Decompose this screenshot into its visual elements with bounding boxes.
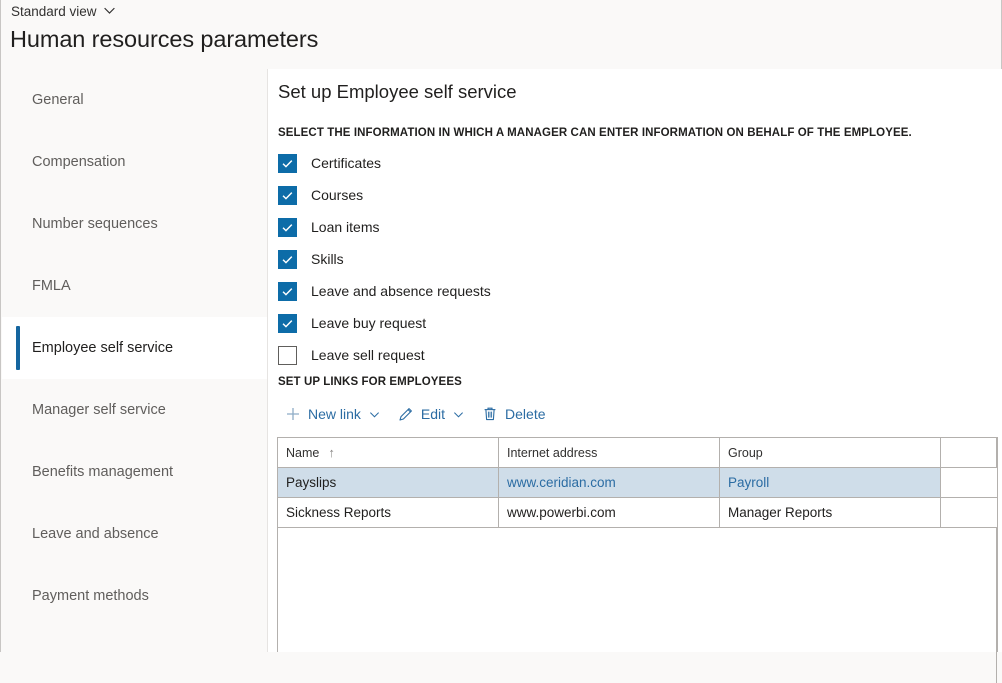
sidebar-item-label: Manager self service — [32, 402, 166, 418]
delete-button[interactable]: Delete — [473, 399, 554, 429]
checkbox-label: Leave buy request — [311, 315, 426, 331]
links-group-label: Set up links for employees — [278, 376, 462, 388]
arrow-up-icon: ↑ — [328, 446, 335, 459]
column-header-internet-address[interactable]: Internet address — [499, 438, 720, 467]
sidebar-item-compensation[interactable]: Compensation — [2, 131, 267, 193]
chevron-down-icon — [103, 4, 116, 17]
settings-nav-sidebar: General Compensation Number sequences FM… — [2, 69, 268, 652]
cell-internet-address[interactable]: www.ceridian.com — [499, 468, 720, 497]
checkbox-label: Skills — [311, 251, 344, 267]
cell-link-text[interactable]: www.ceridian.com — [507, 475, 616, 490]
sidebar-item-number-sequences[interactable]: Number sequences — [2, 193, 267, 255]
content-area: General Compensation Number sequences FM… — [1, 69, 1002, 652]
column-header-group[interactable]: Group — [720, 438, 941, 467]
grid-header-row: Name ↑ Internet address Group — [278, 438, 997, 468]
cell-link-text[interactable]: Payroll — [728, 475, 769, 490]
checkbox-checked-icon[interactable] — [278, 314, 297, 333]
checkbox-row-leave-buy-request[interactable]: Leave buy request — [278, 307, 838, 339]
table-row[interactable]: Payslips www.ceridian.com Payroll — [278, 468, 997, 498]
edit-button[interactable]: Edit — [389, 399, 473, 429]
checkbox-row-courses[interactable]: Courses — [278, 179, 838, 211]
cell-text: Sickness Reports — [286, 505, 391, 520]
checkbox-label: Leave sell request — [311, 347, 425, 363]
main-panel: Set up Employee self service Select the … — [268, 69, 1002, 652]
table-row[interactable]: Sickness Reports www.powerbi.com Manager… — [278, 498, 997, 528]
grid-empty-area — [278, 528, 997, 683]
column-header-name[interactable]: Name ↑ — [278, 438, 499, 467]
column-header-filler — [941, 438, 997, 467]
trash-icon — [482, 406, 498, 422]
checkbox-label: Leave and absence requests — [311, 283, 491, 299]
sidebar-item-label: Leave and absence — [32, 526, 159, 542]
cell-text: Manager Reports — [728, 505, 832, 520]
checkbox-row-leave-and-absence-requests[interactable]: Leave and absence requests — [278, 275, 838, 307]
sidebar-item-label: Benefits management — [32, 464, 173, 480]
sidebar-item-leave-and-absence[interactable]: Leave and absence — [2, 503, 267, 565]
chevron-down-icon — [369, 409, 380, 420]
view-selector-label: Standard view — [11, 4, 97, 19]
sidebar-item-benefits-management[interactable]: Benefits management — [2, 441, 267, 503]
sidebar-item-label: FMLA — [32, 278, 71, 294]
checkbox-row-loan-items[interactable]: Loan items — [278, 211, 838, 243]
checkbox-label: Courses — [311, 187, 363, 203]
links-grid: Name ↑ Internet address Group Payslips — [277, 437, 998, 652]
section-title: Set up Employee self service — [278, 81, 517, 103]
grid-toolbar: New link Edit — [276, 397, 555, 431]
chevron-down-icon — [453, 409, 464, 420]
application-window: Standard view Human resources parameters… — [0, 0, 1002, 652]
column-header-label: Internet address — [507, 446, 597, 460]
cell-name[interactable]: Payslips — [278, 468, 499, 497]
sidebar-item-fmla[interactable]: FMLA — [2, 255, 267, 317]
checkbox-checked-icon[interactable] — [278, 186, 297, 205]
checkbox-checked-icon[interactable] — [278, 250, 297, 269]
sidebar-item-label: General — [32, 92, 84, 108]
cell-internet-address[interactable]: www.powerbi.com — [499, 498, 720, 527]
manager-info-checkbox-list: Certificates Courses — [278, 147, 838, 371]
sidebar-item-label: Employee self service — [32, 340, 173, 356]
pencil-icon — [398, 406, 414, 422]
cell-name[interactable]: Sickness Reports — [278, 498, 499, 527]
checkbox-label: Loan items — [311, 219, 379, 235]
cell-group[interactable]: Manager Reports — [720, 498, 941, 527]
new-link-label: New link — [308, 406, 361, 422]
delete-label: Delete — [505, 406, 545, 422]
checkbox-row-skills[interactable]: Skills — [278, 243, 838, 275]
cell-filler — [941, 468, 997, 497]
checkbox-row-certificates[interactable]: Certificates — [278, 147, 838, 179]
sidebar-item-employee-self-service[interactable]: Employee self service — [2, 317, 267, 379]
checkbox-label: Certificates — [311, 155, 381, 171]
checkbox-checked-icon[interactable] — [278, 154, 297, 173]
new-link-button[interactable]: New link — [276, 399, 389, 429]
checkbox-checked-icon[interactable] — [278, 282, 297, 301]
cell-text: www.powerbi.com — [507, 505, 616, 520]
checkbox-checked-icon[interactable] — [278, 218, 297, 237]
page-title: Human resources parameters — [10, 26, 318, 53]
manager-info-group-label: Select the information in which a manage… — [278, 127, 912, 139]
checkbox-unchecked-icon[interactable] — [278, 346, 297, 365]
sidebar-item-payment-methods[interactable]: Payment methods — [2, 565, 267, 627]
cell-group[interactable]: Payroll — [720, 468, 941, 497]
column-header-label: Name — [286, 446, 319, 460]
sidebar-item-label: Payment methods — [32, 588, 149, 604]
checkbox-row-leave-sell-request[interactable]: Leave sell request — [278, 339, 838, 371]
cell-text: Payslips — [286, 475, 336, 490]
column-header-label: Group — [728, 446, 763, 460]
sidebar-item-manager-self-service[interactable]: Manager self service — [2, 379, 267, 441]
edit-label: Edit — [421, 406, 445, 422]
cell-filler — [941, 498, 997, 527]
sidebar-item-label: Number sequences — [32, 216, 158, 232]
plus-icon — [285, 406, 301, 422]
sidebar-item-label: Compensation — [32, 154, 126, 170]
sidebar-item-general[interactable]: General — [2, 69, 267, 131]
view-selector[interactable]: Standard view — [11, 4, 116, 19]
